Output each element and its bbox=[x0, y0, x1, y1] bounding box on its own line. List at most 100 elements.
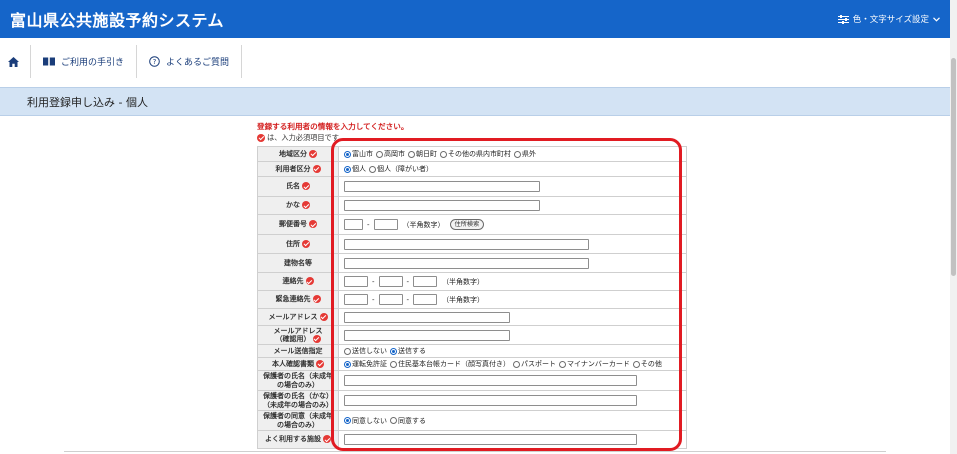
radio-id-mynumber[interactable]: マイナンバーカード bbox=[559, 359, 630, 369]
label-guardian-consent: 保護者の同意（未成年 の場合のみ） bbox=[257, 410, 339, 431]
building-input[interactable] bbox=[344, 257, 589, 269]
radio-email-send[interactable]: 送信する bbox=[390, 346, 426, 356]
radio-id-other[interactable]: その他 bbox=[632, 359, 662, 369]
address-search-button[interactable]: 住所検索 bbox=[449, 219, 485, 230]
radio-icon bbox=[632, 360, 640, 368]
label-building: 建物名等 bbox=[257, 253, 339, 273]
email-input[interactable] bbox=[344, 311, 510, 323]
required-check-icon bbox=[312, 295, 321, 304]
label-facility: よく利用する施設 bbox=[257, 430, 339, 449]
name-input[interactable] bbox=[344, 181, 540, 192]
question-icon: ? bbox=[149, 56, 160, 67]
address-input[interactable] bbox=[344, 238, 589, 250]
required-check-icon bbox=[309, 220, 317, 229]
emergency-input-2[interactable] bbox=[378, 294, 403, 305]
required-check-icon bbox=[302, 201, 310, 210]
label-email-send: メール送信指定 bbox=[257, 344, 339, 358]
postal-input-2[interactable] bbox=[373, 219, 398, 230]
label-name: 氏名 bbox=[257, 176, 339, 197]
radio-icon bbox=[408, 150, 415, 158]
faq-link[interactable]: ? よくあるご質問 bbox=[137, 45, 243, 78]
id-doc-radio-group: 運転免許証 住民基本台帳カード（顔写真付き） パスポート マイナンバーカード そ… bbox=[344, 359, 686, 369]
required-check-icon bbox=[312, 164, 321, 173]
guide-link[interactable]: ご利用の手引き bbox=[31, 45, 138, 78]
label-postal: 郵便番号 bbox=[257, 214, 339, 235]
radio-icon bbox=[344, 360, 351, 368]
faq-label: よくあるご質問 bbox=[166, 58, 230, 68]
radio-consent-no[interactable]: 同意しない bbox=[344, 416, 387, 426]
radio-icon bbox=[344, 165, 351, 173]
radio-user-individual[interactable]: 個人 bbox=[344, 164, 366, 174]
guide-label: ご利用の手引き bbox=[61, 58, 125, 68]
required-check-icon bbox=[302, 239, 310, 248]
row-guardian-name: 保護者の氏名（未成年 の場合のみ） bbox=[257, 370, 687, 391]
emergency-input-1[interactable] bbox=[344, 294, 368, 305]
email-send-radio-group: 送信しない 送信する bbox=[344, 346, 686, 356]
radio-region-other-in-pref[interactable]: その他の県内市町村 bbox=[440, 149, 511, 159]
radio-region-asahi[interactable]: 朝日町 bbox=[408, 149, 437, 159]
required-check-icon bbox=[257, 134, 265, 142]
label-address: 住所 bbox=[257, 234, 339, 254]
radio-id-license[interactable]: 運転免許証 bbox=[344, 359, 387, 369]
row-guardian-consent: 保護者の同意（未成年 の場合のみ） 同意しない 同意する bbox=[257, 410, 687, 431]
label-user-type: 利用者区分 bbox=[257, 161, 339, 177]
guardian-kana-input[interactable] bbox=[344, 395, 637, 406]
radio-icon bbox=[344, 417, 351, 424]
label-id-document: 本人確認書類 bbox=[257, 357, 339, 371]
required-check-icon bbox=[323, 435, 331, 444]
radio-icon bbox=[390, 417, 397, 424]
emergency-input-3[interactable] bbox=[413, 294, 438, 305]
row-name: 氏名 bbox=[257, 176, 687, 197]
radio-consent-yes[interactable]: 同意する bbox=[390, 416, 426, 426]
label-email: メールアドレス bbox=[257, 308, 339, 326]
row-facility: よく利用する施設 bbox=[257, 430, 687, 449]
radio-icon bbox=[559, 360, 566, 368]
page-title: 利用登録申し込み - 個人 bbox=[27, 95, 148, 109]
radio-region-outside-pref[interactable]: 県外 bbox=[514, 149, 536, 159]
font-setting-menu[interactable]: 色・文字サイズ設定 bbox=[837, 13, 940, 25]
radio-region-takaoka[interactable]: 高岡市 bbox=[376, 149, 405, 159]
contact-input-1[interactable] bbox=[344, 276, 368, 287]
radio-id-juki-card[interactable]: 住民基本台帳カード（顔写真付き） bbox=[390, 359, 510, 369]
postal-hint: （半角数字） bbox=[402, 220, 445, 229]
required-check-icon bbox=[305, 277, 314, 286]
required-check-icon bbox=[319, 312, 328, 321]
kana-input[interactable] bbox=[344, 200, 540, 211]
required-check-icon bbox=[312, 335, 321, 343]
label-guardian-kana: 保護者の氏名（かな） （未成年の場合のみ） bbox=[257, 390, 339, 411]
label-email-confirm: メールアドレス （確認用） bbox=[257, 325, 339, 345]
email-confirm-input[interactable] bbox=[344, 329, 510, 341]
contact-input-3[interactable] bbox=[413, 276, 438, 287]
radio-icon bbox=[390, 347, 397, 355]
row-region: 地域区分 富山市 高岡市 朝日町 その他の県内市町村 県外 bbox=[257, 146, 687, 162]
facility-input[interactable] bbox=[344, 434, 637, 445]
radio-email-no-send[interactable]: 送信しない bbox=[344, 346, 387, 356]
label-guardian-name: 保護者の氏名（未成年 の場合のみ） bbox=[257, 370, 339, 391]
nav-bar: ご利用の手引き ? よくあるご質問 bbox=[0, 38, 950, 85]
contact-input-2[interactable] bbox=[378, 276, 403, 287]
radio-id-passport[interactable]: パスポート bbox=[513, 359, 556, 369]
radio-icon bbox=[440, 150, 447, 158]
radio-icon bbox=[376, 150, 383, 158]
required-check-icon bbox=[316, 359, 324, 368]
required-note-text: は、入力必須項目です。 bbox=[267, 133, 346, 142]
row-email-confirm: メールアドレス （確認用） bbox=[257, 325, 687, 345]
form-instruction: 登録する利用者の情報を入力してください。 bbox=[257, 122, 409, 131]
radio-user-disabled[interactable]: 個人（障がい者） bbox=[369, 164, 433, 174]
radio-icon bbox=[514, 150, 521, 158]
cell-user-type: 個人 個人（障がい者） bbox=[338, 161, 687, 177]
radio-icon bbox=[344, 347, 351, 355]
site-title[interactable]: 富山県公共施設予約システム bbox=[10, 7, 224, 31]
postal-input-1[interactable] bbox=[344, 219, 363, 230]
guardian-name-input[interactable] bbox=[344, 375, 637, 386]
home-link[interactable] bbox=[0, 45, 31, 78]
row-contact: 連絡先 - - （半角数字） bbox=[257, 272, 687, 291]
scrollbar-thumb[interactable] bbox=[951, 58, 956, 276]
required-check-icon bbox=[302, 182, 310, 191]
radio-region-toyama[interactable]: 富山市 bbox=[344, 149, 373, 159]
font-setting-label: 色・文字サイズ設定 bbox=[852, 15, 929, 25]
radio-icon bbox=[390, 360, 397, 368]
cell-region: 富山市 高岡市 朝日町 その他の県内市町村 県外 bbox=[338, 146, 687, 162]
row-guardian-kana: 保護者の氏名（かな） （未成年の場合のみ） bbox=[257, 390, 687, 411]
row-emergency: 緊急連絡先 - - （半角数字） bbox=[257, 290, 687, 309]
